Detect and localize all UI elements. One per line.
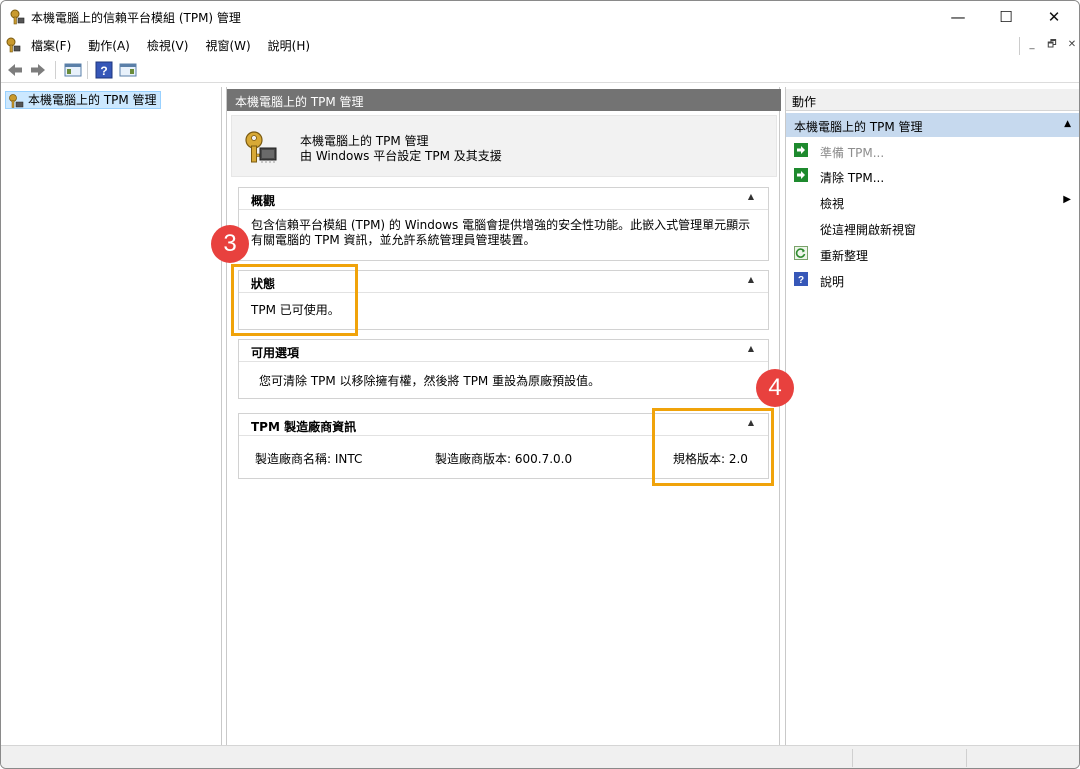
title-bar: 本機電腦上的信賴平台模組 (TPM) 管理 — ☐ ✕ (1, 1, 1079, 33)
key-chip-large-icon (245, 131, 277, 163)
child-restore-button[interactable]: 🗗 (1042, 37, 1062, 53)
system-menu-icon[interactable] (5, 37, 21, 53)
action-label: 重新整理 (820, 249, 869, 263)
collapse-caret-icon[interactable]: ▲ (748, 192, 754, 201)
collapse-triangle-icon[interactable]: ▲ (1064, 119, 1071, 129)
action-prepare-tpm[interactable]: 準備 TPM... (786, 140, 1079, 162)
options-section-header[interactable]: 可用選項 ▲ (239, 340, 768, 362)
tree-node-label: 本機電腦上的 TPM 管理 (28, 93, 157, 107)
green-arrow-icon (794, 143, 808, 157)
close-button[interactable]: ✕ (1031, 1, 1077, 33)
menu-view[interactable]: 檢視(V) (147, 37, 189, 54)
action-label: 從這裡開啟新視窗 (820, 223, 917, 237)
status-bar (1, 745, 1079, 768)
svg-text:?: ? (798, 275, 804, 286)
toolbar: ? (1, 57, 1079, 83)
action-refresh[interactable]: 重新整理 (786, 243, 1079, 265)
divider (1019, 37, 1020, 55)
highlight-spec-version-box (652, 408, 774, 486)
action-label: 檢視 (820, 197, 845, 211)
actions-header: 動作 (786, 89, 1079, 111)
options-body: 您可清除 TPM 以移除擁有權，然後將 TPM 重設為原廠預設值。 (259, 374, 601, 388)
action-view[interactable]: 檢視 ▶ (786, 191, 1079, 213)
forward-arrow-icon[interactable] (29, 61, 47, 79)
menu-bar: 檔案(F) 動作(A) 檢視(V) 視窗(W) 說明(H) _ 🗗 ✕ (1, 33, 1079, 57)
intro-subtitle: 由 Windows 平台設定 TPM 及其支援 (300, 149, 502, 163)
actions-pane: 動作 本機電腦上的 TPM 管理 ▲ 準備 TPM... 清除 TPM... 檢… (785, 87, 1079, 745)
submenu-arrow-icon: ▶ (1063, 194, 1071, 205)
collapse-caret-icon[interactable]: ▲ (748, 275, 754, 284)
options-title: 可用選項 (251, 346, 300, 360)
mmc-window: 本機電腦上的信賴平台模組 (TPM) 管理 — ☐ ✕ 檔案(F) 動作(A) … (0, 0, 1080, 769)
key-chip-app-icon (10, 9, 25, 25)
action-new-window[interactable]: 從這裡開啟新視窗 (786, 217, 1079, 239)
back-arrow-icon[interactable] (6, 61, 24, 79)
tree-node-tpm-management[interactable]: 本機電腦上的 TPM 管理 (5, 91, 161, 109)
overview-section-header[interactable]: 概觀 ▲ (239, 188, 768, 210)
action-label: 準備 TPM... (820, 146, 885, 160)
step-badge-4: 4 (756, 369, 794, 407)
svg-text:?: ? (100, 64, 107, 78)
manufacturer-version: 製造廠商版本: 600.7.0.0 (435, 452, 573, 466)
console-tree: 本機電腦上的 TPM 管理 (1, 87, 222, 745)
status-divider (966, 749, 967, 767)
vendor-title: TPM 製造廠商資訊 (251, 420, 357, 434)
options-section: 可用選項 ▲ 您可清除 TPM 以移除擁有權，然後將 TPM 重設為原廠預設值。 (238, 339, 769, 399)
child-close-button[interactable]: ✕ (1062, 37, 1079, 53)
menu-help[interactable]: 說明(H) (268, 37, 310, 54)
show-hide-action-pane-icon[interactable] (119, 61, 137, 79)
key-chip-icon (9, 94, 24, 108)
help-icon[interactable]: ? (95, 61, 113, 79)
toolbar-divider (55, 61, 56, 79)
intro-banner: 本機電腦上的 TPM 管理 由 Windows 平台設定 TPM 及其支援 (231, 115, 777, 177)
menu-window[interactable]: 視窗(W) (205, 37, 250, 54)
refresh-icon (794, 246, 808, 260)
highlight-status-box (231, 264, 358, 336)
window-title: 本機電腦上的信賴平台模組 (TPM) 管理 (31, 11, 241, 25)
actions-group-header[interactable]: 本機電腦上的 TPM 管理 ▲ (786, 113, 1079, 137)
green-arrow-icon (794, 168, 808, 182)
overview-section: 概觀 ▲ 包含信賴平台模組 (TPM) 的 Windows 電腦會提供增強的安全… (238, 187, 769, 261)
step-badge-3: 3 (211, 225, 249, 263)
manufacturer-name: 製造廠商名稱: INTC (255, 452, 363, 466)
help-icon: ? (794, 272, 808, 286)
overview-body: 包含信賴平台模組 (TPM) 的 Windows 電腦會提供增強的安全性功能。此… (251, 218, 751, 247)
action-label: 說明 (820, 275, 845, 289)
details-header: 本機電腦上的 TPM 管理 (227, 89, 781, 111)
show-hide-console-tree-icon[interactable] (64, 61, 82, 79)
child-window-controls: _ 🗗 ✕ (1019, 37, 1079, 55)
overview-title: 概觀 (251, 194, 276, 208)
child-minimize-button[interactable]: _ (1022, 37, 1042, 53)
action-help[interactable]: ? 說明 (786, 269, 1079, 291)
menu-action[interactable]: 動作(A) (88, 37, 130, 54)
collapse-caret-icon[interactable]: ▲ (748, 344, 754, 353)
minimize-button[interactable]: — (935, 1, 981, 33)
toolbar-divider (87, 61, 88, 79)
maximize-button[interactable]: ☐ (983, 1, 1029, 33)
actions-group-label: 本機電腦上的 TPM 管理 (794, 120, 923, 134)
action-label: 清除 TPM... (820, 171, 885, 185)
action-clear-tpm[interactable]: 清除 TPM... (786, 165, 1079, 187)
status-divider (852, 749, 853, 767)
menu-file[interactable]: 檔案(F) (31, 37, 71, 54)
